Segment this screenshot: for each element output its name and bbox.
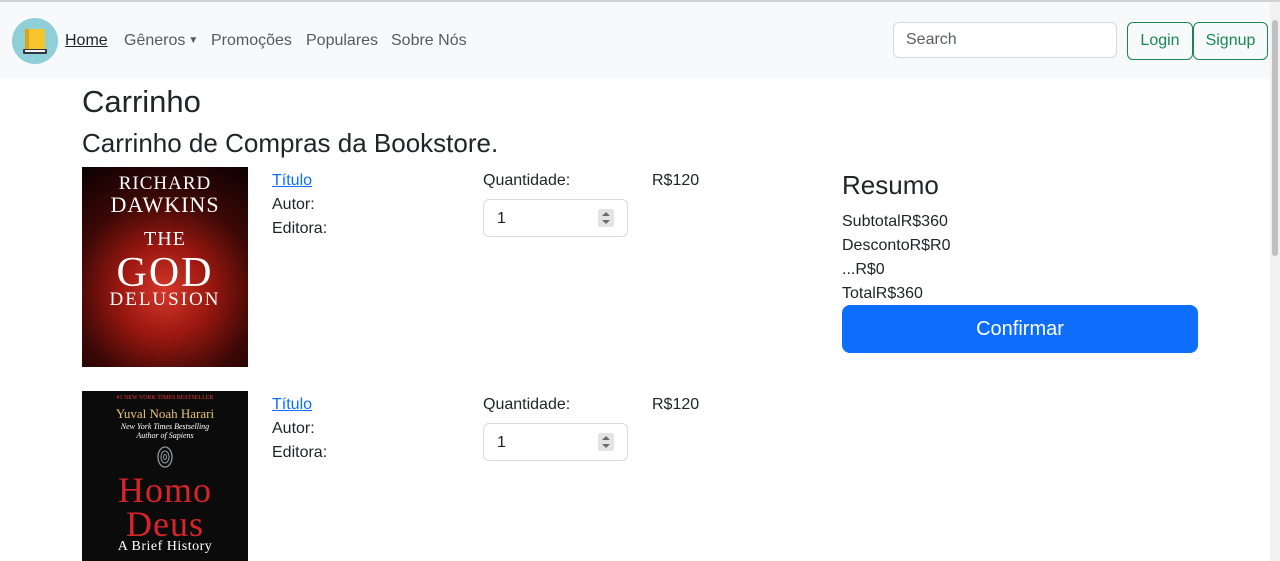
nav-sobre-nos[interactable]: Sobre Nós xyxy=(391,32,467,50)
nav-generos-label: Gêneros xyxy=(124,32,186,49)
cover-title-line: DELUSION xyxy=(109,289,221,310)
item-title-link[interactable]: Título xyxy=(272,172,312,190)
nav-home[interactable]: Home xyxy=(65,32,108,50)
item-author: Autor: xyxy=(272,420,315,437)
item-price: R$120 xyxy=(652,396,700,413)
navbar: Home Gêneros ▼ Promoções Populares Sobre … xyxy=(0,2,1270,79)
fingerprint-icon xyxy=(157,446,173,468)
item-publisher: Editora: xyxy=(272,444,328,461)
cover-author-line: DAWKINS xyxy=(110,192,220,217)
book-cover-image: #1 NEW YORK TIMES BESTSELLER Yuval Noah … xyxy=(82,391,248,561)
scrollbar-thumb[interactable] xyxy=(1272,20,1278,256)
page-subtitle: Carrinho de Compras da Bookstore. xyxy=(82,128,499,158)
confirm-button[interactable]: Confirmar xyxy=(842,305,1198,353)
page-title: Carrinho xyxy=(82,84,201,119)
quantity-stepper[interactable]: 1 xyxy=(483,423,628,461)
cover-banner: #1 NEW YORK TIMES BESTSELLER xyxy=(116,395,214,401)
book-icon xyxy=(23,29,47,54)
book-cover-image: RICHARD DAWKINS THE GOD DELUSION xyxy=(82,167,248,367)
summary-title: Resumo xyxy=(842,170,939,200)
search-input[interactable] xyxy=(893,22,1117,58)
summary-total: TotalR$360 xyxy=(842,285,923,302)
cover-author: Yuval Noah Harari xyxy=(115,406,215,421)
cover-title-line: THE xyxy=(144,228,186,250)
cover-subtitle: A Brief History xyxy=(117,539,213,554)
scrollbar[interactable] xyxy=(1270,2,1280,561)
logo[interactable] xyxy=(12,18,58,64)
item-publisher: Editora: xyxy=(272,220,328,237)
quantity-stepper[interactable]: 1 xyxy=(483,199,628,237)
cover-tagline: New York Times Bestselling xyxy=(120,422,210,431)
nav-populares[interactable]: Populares xyxy=(306,32,378,50)
login-button[interactable]: Login xyxy=(1127,22,1193,60)
spinner-arrows-icon[interactable] xyxy=(598,433,614,451)
summary-discount: DescontoR$R0 xyxy=(842,237,951,254)
nav-promocoes[interactable]: Promoções xyxy=(211,32,292,50)
spinner-arrows-icon[interactable] xyxy=(598,209,614,227)
summary-other: ...R$0 xyxy=(842,261,885,278)
quantity-value: 1 xyxy=(497,434,506,451)
caret-down-icon: ▼ xyxy=(188,35,199,46)
summary-subtotal: SubtotalR$360 xyxy=(842,213,948,230)
quantity-label: Quantidade: xyxy=(483,172,571,189)
item-author: Autor: xyxy=(272,196,315,213)
signup-button[interactable]: Signup xyxy=(1193,22,1268,60)
item-title-link[interactable]: Título xyxy=(272,396,312,414)
cover-tagline: Author of Sapiens xyxy=(136,431,194,440)
quantity-value: 1 xyxy=(497,210,506,227)
item-price: R$120 xyxy=(652,172,700,189)
nav-generos-dropdown[interactable]: Gêneros ▼ xyxy=(124,32,198,50)
quantity-label: Quantidade: xyxy=(483,396,571,413)
